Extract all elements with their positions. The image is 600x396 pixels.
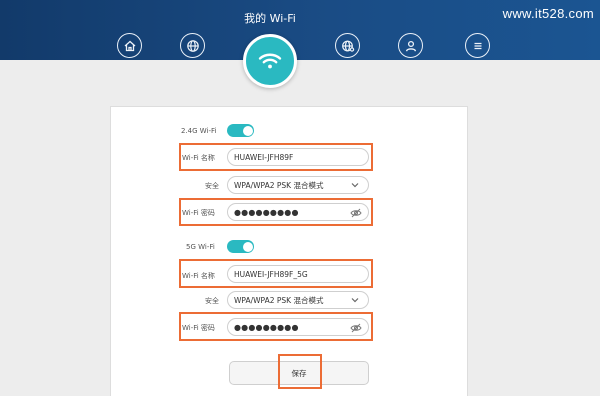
band-24-security-select[interactable]: WPA/WPA2 PSK 混合模式 xyxy=(227,176,369,194)
band-24-name-input[interactable]: HUAWEI-JFH89F xyxy=(227,148,369,166)
band-5-name-value: HUAWEI-JFH89F_5G xyxy=(234,269,308,279)
band-24-password-label: Wi-Fi 密码 xyxy=(182,209,215,217)
band-24-security-label: 安全 xyxy=(205,182,219,190)
band-5-password-input[interactable]: ●●●●●●●●● xyxy=(227,318,369,336)
save-button-label: 保存 xyxy=(291,368,307,378)
band-24-password-value: ●●●●●●●●● xyxy=(234,207,299,217)
band-24-name-value: HUAWEI-JFH89F xyxy=(234,152,294,162)
page-title: 我的 Wi-Fi xyxy=(244,12,296,25)
band-5-toggle[interactable] xyxy=(227,240,254,253)
globe-settings-icon[interactable] xyxy=(335,33,360,58)
chevron-down-icon xyxy=(351,183,359,188)
top-header-bar: 我的 Wi-Fi www.it528.com xyxy=(0,0,600,60)
band-5-security-value: WPA/WPA2 PSK 混合模式 xyxy=(234,295,324,305)
band-5-label: 5G Wi-Fi xyxy=(186,243,215,251)
wifi-icon[interactable] xyxy=(243,34,297,88)
band-24-label: 2.4G Wi-Fi xyxy=(181,127,217,135)
save-button[interactable]: 保存 xyxy=(229,361,369,385)
eye-hidden-icon[interactable] xyxy=(350,208,362,218)
eye-hidden-icon[interactable] xyxy=(350,323,362,333)
band-5-password-label: Wi-Fi 密码 xyxy=(182,324,215,332)
band-5-password-value: ●●●●●●●●● xyxy=(234,322,299,332)
band-5-security-label: 安全 xyxy=(205,297,219,305)
band-5-name-input[interactable]: HUAWEI-JFH89F_5G xyxy=(227,265,369,283)
home-icon[interactable] xyxy=(117,33,142,58)
band-24-name-label: Wi-Fi 名称 xyxy=(182,154,215,162)
band-24-password-input[interactable]: ●●●●●●●●● xyxy=(227,203,369,221)
user-icon[interactable] xyxy=(398,33,423,58)
chevron-down-icon xyxy=(351,298,359,303)
watermark-text: www.it528.com xyxy=(502,6,594,21)
band-5-name-label: Wi-Fi 名称 xyxy=(182,272,215,280)
globe-icon[interactable] xyxy=(180,33,205,58)
menu-icon[interactable] xyxy=(465,33,490,58)
band-5-security-select[interactable]: WPA/WPA2 PSK 混合模式 xyxy=(227,291,369,309)
band-24-toggle[interactable] xyxy=(227,124,254,137)
band-24-security-value: WPA/WPA2 PSK 混合模式 xyxy=(234,180,324,190)
